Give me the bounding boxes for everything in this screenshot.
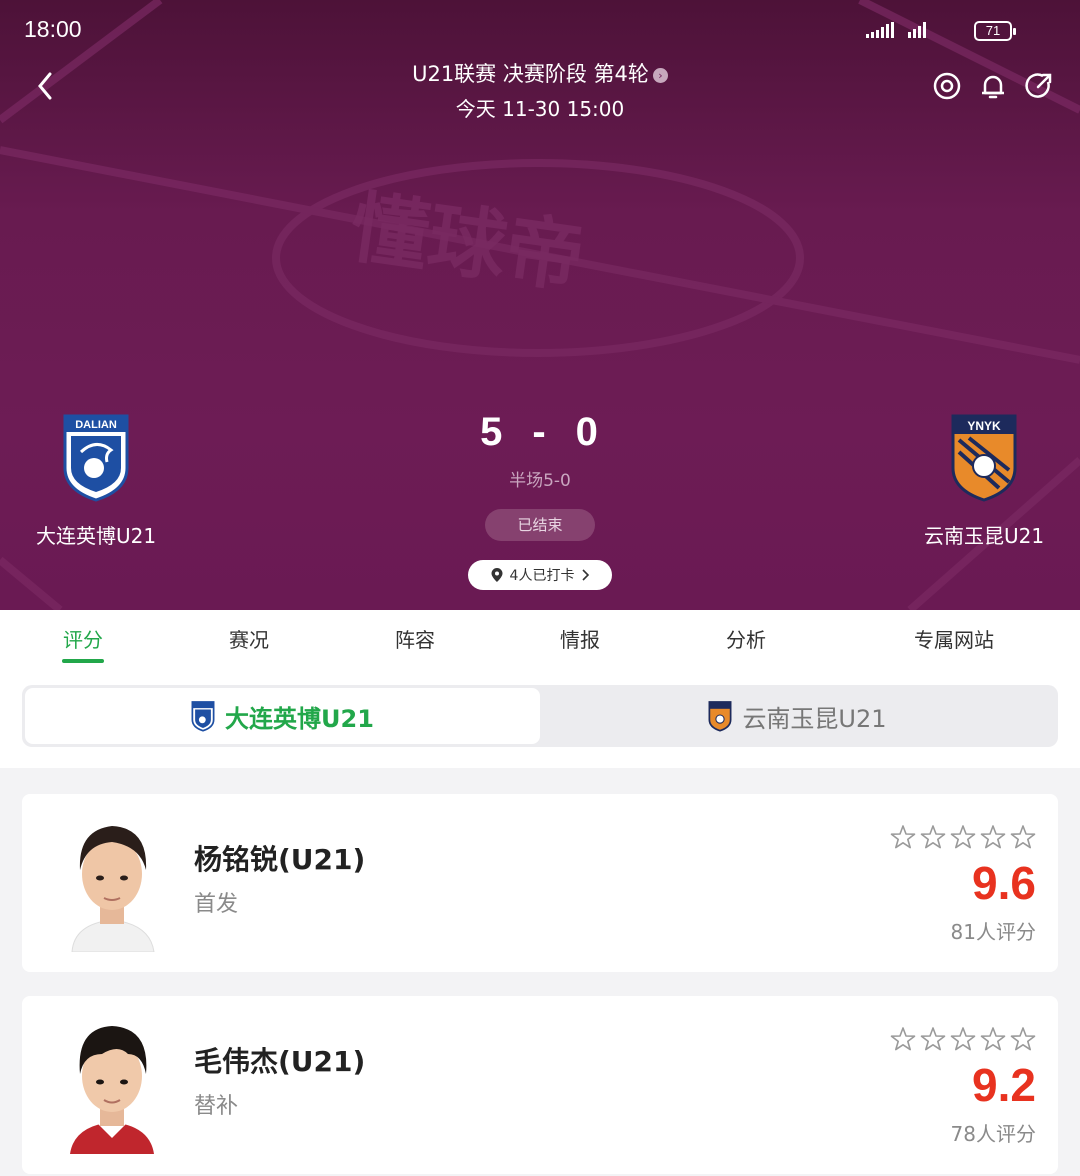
signal-icon-2 bbox=[908, 22, 926, 38]
tab-ratings[interactable]: 评分 bbox=[63, 624, 103, 653]
home-team-name: 大连英博U21 bbox=[35, 524, 157, 548]
player-role: 替补 bbox=[194, 1094, 239, 1119]
star-icon[interactable] bbox=[890, 1026, 916, 1052]
star-icon[interactable] bbox=[950, 1026, 976, 1052]
chevron-right-icon: › bbox=[652, 68, 668, 83]
star-icon[interactable] bbox=[950, 824, 976, 850]
player-rating: 9.2 bbox=[972, 1059, 1036, 1111]
away-score: 0 bbox=[575, 410, 600, 454]
competition-label: U21联赛 决赛阶段 第4轮 bbox=[412, 62, 649, 86]
away-team-name: 云南玉昆U21 bbox=[923, 524, 1045, 548]
home-team-crest-small bbox=[191, 701, 215, 732]
tab-match-events[interactable]: 赛况 bbox=[229, 624, 269, 653]
star-icon[interactable] bbox=[1010, 824, 1036, 850]
svg-text:懂球帝: 懂球帝 bbox=[345, 183, 589, 305]
signal-icons bbox=[866, 22, 930, 38]
signal-icon bbox=[866, 22, 894, 38]
match-status-badge: 已结束 bbox=[485, 509, 595, 541]
away-team-crest-small bbox=[708, 701, 732, 732]
checkin-button[interactable]: 4人已打卡 bbox=[468, 560, 612, 590]
star-icon[interactable] bbox=[890, 824, 916, 850]
player-card[interactable]: 毛伟杰(U21) 替补 9.2 78人评分 bbox=[22, 996, 1058, 1174]
tab-intel[interactable]: 情报 bbox=[560, 624, 600, 653]
team-switch-section: 大连英博U21 云南玉昆U21 bbox=[0, 664, 1080, 768]
away-crest-text: YNYK bbox=[967, 419, 1001, 433]
rating-count: 78人评分 bbox=[950, 1122, 1036, 1146]
rating-stars bbox=[890, 1026, 1036, 1052]
active-tab-indicator bbox=[62, 659, 104, 663]
tab-bar: 评分 赛况 阵容 情报 分析 专属网站 bbox=[0, 610, 1080, 664]
tab-lineup[interactable]: 阵容 bbox=[395, 624, 435, 653]
bell-icon bbox=[982, 75, 1004, 99]
star-icon[interactable] bbox=[980, 824, 1006, 850]
away-team[interactable]: YNYK 云南玉昆U21 bbox=[894, 412, 1074, 549]
follow-button[interactable] bbox=[932, 68, 962, 104]
match-time: 今天 11-30 15:00 bbox=[455, 97, 625, 121]
share-icon bbox=[1025, 73, 1052, 98]
player-rating: 9.6 bbox=[972, 857, 1036, 909]
match-header: 懂球帝 18:00 71 U21联赛 决赛阶段 第4轮 › 今天 11-30 15… bbox=[0, 0, 1080, 610]
chevron-right-icon bbox=[582, 569, 590, 581]
rating-stars bbox=[890, 824, 1036, 850]
notify-button[interactable] bbox=[978, 68, 1008, 104]
home-score: 5 bbox=[480, 410, 505, 454]
target-icon bbox=[933, 72, 961, 100]
location-pin-icon bbox=[491, 568, 503, 582]
player-name: 杨铭锐(U21) bbox=[194, 843, 366, 876]
team-switch: 大连英博U21 云南玉昆U21 bbox=[22, 685, 1058, 747]
rating-count: 81人评分 bbox=[950, 920, 1036, 944]
player-photo bbox=[62, 1014, 162, 1154]
star-icon[interactable] bbox=[980, 1026, 1006, 1052]
star-icon[interactable] bbox=[920, 824, 946, 850]
star-icon[interactable] bbox=[1010, 1026, 1036, 1052]
checkin-label: 4人已打卡 bbox=[509, 568, 575, 584]
player-card[interactable]: 杨铭锐(U21) 首发 9.6 81人评分 bbox=[22, 794, 1058, 972]
battery-icon: 71 bbox=[974, 21, 1016, 41]
team-switch-away[interactable]: 云南玉昆U21 bbox=[540, 688, 1055, 744]
score-separator: - bbox=[532, 410, 548, 454]
status-bar: 18:00 71 bbox=[0, 0, 1080, 60]
team-switch-home-label: 大连英博U21 bbox=[225, 704, 374, 733]
player-photo bbox=[62, 812, 162, 952]
tab-exclusive-site[interactable]: 专属网站 bbox=[914, 624, 994, 653]
header-actions bbox=[932, 68, 1054, 104]
away-team-crest: YNYK bbox=[951, 414, 1017, 502]
share-button[interactable] bbox=[1024, 68, 1054, 104]
player-name: 毛伟杰(U21) bbox=[194, 1045, 366, 1078]
team-switch-away-label: 云南玉昆U21 bbox=[742, 704, 887, 733]
competition-title[interactable]: U21联赛 决赛阶段 第4轮 › bbox=[0, 58, 1080, 88]
player-role: 首发 bbox=[194, 892, 239, 917]
tab-analysis[interactable]: 分析 bbox=[726, 624, 766, 653]
team-switch-home[interactable]: 大连英博U21 bbox=[25, 688, 540, 744]
status-time: 18:00 bbox=[24, 16, 82, 42]
star-icon[interactable] bbox=[920, 1026, 946, 1052]
